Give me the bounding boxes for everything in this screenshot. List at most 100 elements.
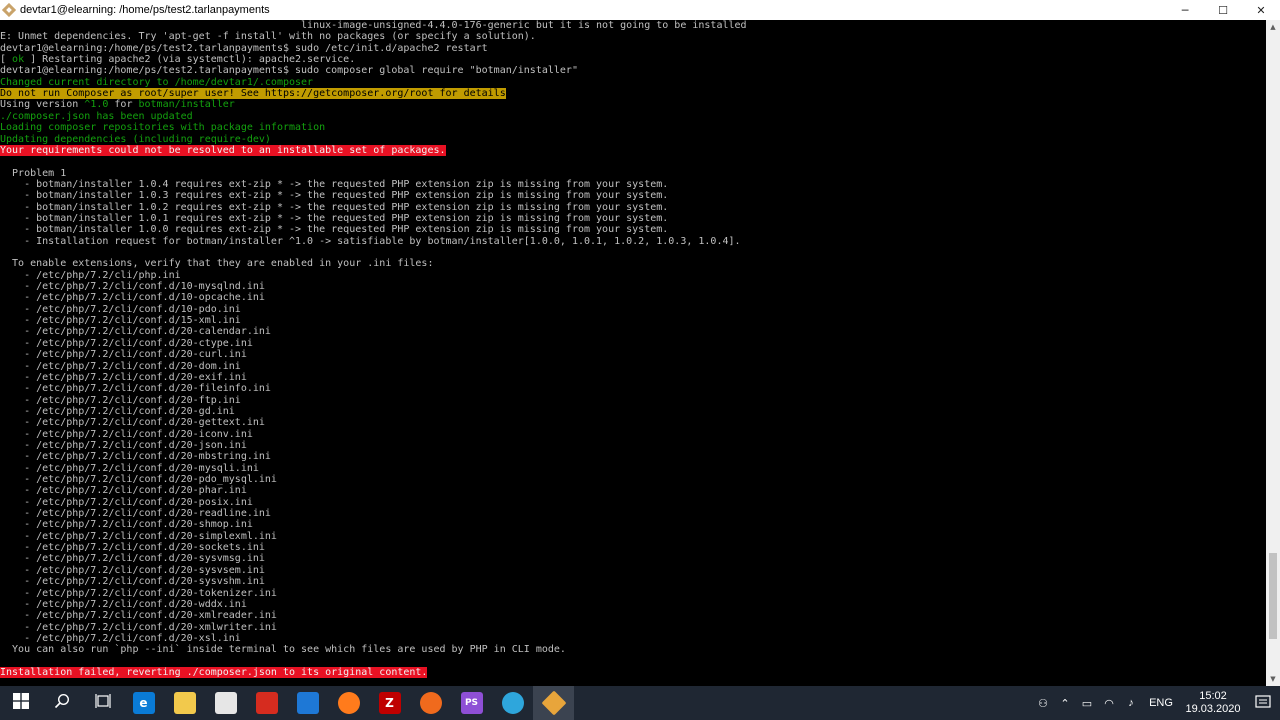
terminal-line: Installation failed, reverting ./compose… [0, 666, 428, 678]
terminal-line: devtar1@elearning:/home/ps/test2.tarlanp… [0, 65, 578, 77]
terminal-line: - /etc/php/7.2/cli/conf.d/20-sysvsem.ini [0, 564, 265, 576]
scroll-down-arrow-icon[interactable]: ▼ [1266, 672, 1280, 686]
language-indicator[interactable]: ENG [1142, 697, 1180, 709]
terminal-line: - /etc/php/7.2/cli/conf.d/15-xml.ini [0, 315, 241, 327]
edge-app[interactable]: e [123, 686, 164, 720]
terminal-line: - /etc/php/7.2/cli/conf.d/20-shmop.ini [0, 519, 253, 531]
windows-logo-icon [12, 693, 29, 713]
terminal-line: - botman/installer 1.0.0 requires ext-zi… [0, 224, 669, 236]
orange-app[interactable] [410, 686, 451, 720]
version-constraint: ^1.0 [84, 99, 109, 111]
terminal-line: - /etc/php/7.2/cli/conf.d/20-exif.ini [0, 371, 247, 383]
terminal-line: E: Unmet dependencies. Try 'apt-get -f i… [0, 31, 536, 43]
taskbar: e Z PS ⚇ ⌃ ▭ ◠ ♪ ENG 15:02 19.03.2020 [0, 686, 1280, 720]
wifi-icon[interactable]: ◠ [1098, 686, 1120, 720]
terminal-line: - /etc/php/7.2/cli/conf.d/20-xsl.ini [0, 632, 241, 644]
terminal-line: - /etc/php/7.2/cli/conf.d/20-iconv.ini [0, 428, 253, 440]
clock[interactable]: 15:02 19.03.2020 [1180, 690, 1246, 716]
git-bash-icon [1, 2, 17, 18]
terminal-line: - /etc/php/7.2/cli/conf.d/20-gettext.ini [0, 417, 265, 429]
close-button[interactable]: ✕ [1242, 0, 1280, 20]
terminal-line: - /etc/php/7.2/cli/conf.d/20-sockets.ini [0, 542, 265, 554]
store-app[interactable] [205, 686, 246, 720]
battery-icon[interactable]: ▭ [1076, 686, 1098, 720]
mail-icon [296, 692, 319, 714]
maximize-button[interactable]: ☐ [1204, 0, 1242, 20]
store-icon [214, 692, 237, 714]
edge-icon: e [132, 692, 155, 714]
scrollbar-thumb[interactable] [1269, 552, 1277, 639]
terminal-line: - /etc/php/7.2/cli/conf.d/20-fileinfo.in… [0, 383, 271, 395]
git-bash-icon [541, 690, 566, 716]
terminal-line: - /etc/php/7.2/cli/conf.d/20-xmlreader.i… [0, 610, 277, 622]
mail-app[interactable] [287, 686, 328, 720]
task-view-button[interactable] [82, 686, 123, 720]
volume-icon[interactable]: ♪ [1120, 686, 1142, 720]
chevron-up-icon[interactable]: ⌃ [1054, 686, 1076, 720]
terminal-line: - /etc/php/7.2/cli/conf.d/20-ftp.ini [0, 394, 241, 406]
terminal-line: - /etc/php/7.2/cli/php.ini [0, 269, 181, 281]
terminal-line: linux-image-unsigned-4.4.0-176-generic b… [0, 20, 747, 31]
system-tray: ⚇ ⌃ ▭ ◠ ♪ ENG 15:02 19.03.2020 [1032, 686, 1280, 720]
vertical-scrollbar[interactable]: ▲ ▼ [1266, 20, 1280, 686]
terminal-line: - /etc/php/7.2/cli/conf.d/20-mysqli.ini [0, 462, 259, 474]
terminal-line: - /etc/php/7.2/cli/conf.d/10-pdo.ini [0, 303, 241, 315]
window-title: devtar1@elearning: /home/ps/test2.tarlan… [20, 4, 270, 16]
minimize-button[interactable]: ─ [1166, 0, 1204, 20]
terminal-line: Using version ^1.0 for botman/installer [0, 99, 235, 110]
git-bash-app[interactable] [533, 686, 574, 720]
terminal-line: - botman/installer 1.0.2 requires ext-zi… [0, 201, 669, 213]
terminal-line: - /etc/php/7.2/cli/conf.d/20-curl.ini [0, 349, 247, 361]
terminal-line: - /etc/php/7.2/cli/conf.d/20-gd.ini [0, 405, 235, 417]
warning-message: Do not run Composer as root/super user! … [0, 88, 506, 100]
terminal-line: - /etc/php/7.2/cli/conf.d/20-calendar.in… [0, 326, 271, 338]
terminal-line: - /etc/php/7.2/cli/conf.d/20-ctype.ini [0, 337, 253, 349]
notification-icon [1255, 694, 1271, 713]
clock-date: 19.03.2020 [1185, 703, 1241, 715]
task-view-icon [94, 693, 111, 713]
terminal-line: Changed current directory to /home/devta… [0, 76, 314, 88]
person-icon[interactable]: ⚇ [1032, 686, 1054, 720]
phpstorm-icon: PS [460, 692, 483, 714]
terminal-line: Do not run Composer as root/super user! … [0, 88, 506, 100]
terminal-line: You can also run `php --ini` inside term… [0, 644, 566, 656]
folder-icon [173, 692, 196, 714]
gift-app[interactable] [246, 686, 287, 720]
window-controls: ─ ☐ ✕ [1166, 0, 1280, 20]
terminal-output[interactable]: linux-image-unsigned-4.4.0-176-generic b… [0, 20, 1266, 686]
terminal-line: - /etc/php/7.2/cli/conf.d/20-wddx.ini [0, 598, 247, 610]
clock-time: 15:02 [1199, 690, 1227, 702]
terminal-line: Updating dependencies (including require… [0, 133, 271, 145]
error-message: Your requirements could not be resolved … [0, 144, 446, 156]
window-title-bar[interactable]: devtar1@elearning: /home/ps/test2.tarlan… [0, 0, 1280, 20]
terminal-line: [ ok ] Restarting apache2 (via systemctl… [0, 54, 355, 65]
version-prefix: Using version [0, 99, 85, 111]
terminal-line: - /etc/php/7.2/cli/conf.d/20-posix.ini [0, 496, 253, 508]
ok-bracket-open: [ [0, 54, 13, 66]
terminal-line: ./composer.json has been updated [0, 110, 193, 122]
file-explorer-app[interactable] [164, 686, 205, 720]
telegram-icon [501, 692, 524, 714]
terminal-line: devtar1@elearning:/home/ps/test2.tarlanp… [0, 42, 488, 54]
terminal-line: - /etc/php/7.2/cli/conf.d/20-sysvshm.ini [0, 576, 265, 588]
notifications-button[interactable] [1246, 686, 1280, 720]
error-message: Installation failed, reverting ./compose… [0, 666, 428, 678]
filezilla-app[interactable]: Z [369, 686, 410, 720]
ok-message: ] Restarting apache2 (via systemctl): ap… [24, 54, 356, 66]
search-icon [54, 693, 70, 713]
start-button[interactable] [0, 686, 41, 720]
terminal-line: - /etc/php/7.2/cli/conf.d/10-opcache.ini [0, 292, 265, 304]
terminal-line: - /etc/php/7.2/cli/conf.d/20-phar.ini [0, 485, 247, 497]
scroll-up-arrow-icon[interactable]: ▲ [1266, 20, 1280, 34]
terminal-line: Problem 1 [0, 167, 67, 179]
phpstorm-app[interactable]: PS [451, 686, 492, 720]
search-button[interactable] [41, 686, 82, 720]
terminal-line: - /etc/php/7.2/cli/conf.d/20-dom.ini [0, 360, 241, 372]
terminal-line: - /etc/php/7.2/cli/conf.d/20-mbstring.in… [0, 451, 271, 463]
firefox-icon [337, 692, 360, 714]
firefox-app[interactable] [328, 686, 369, 720]
package-name: botman/installer [138, 99, 235, 111]
terminal-line: - botman/installer 1.0.3 requires ext-zi… [0, 190, 669, 202]
terminal-line: - /etc/php/7.2/cli/conf.d/20-simplexml.i… [0, 530, 277, 542]
telegram-app[interactable] [492, 686, 533, 720]
